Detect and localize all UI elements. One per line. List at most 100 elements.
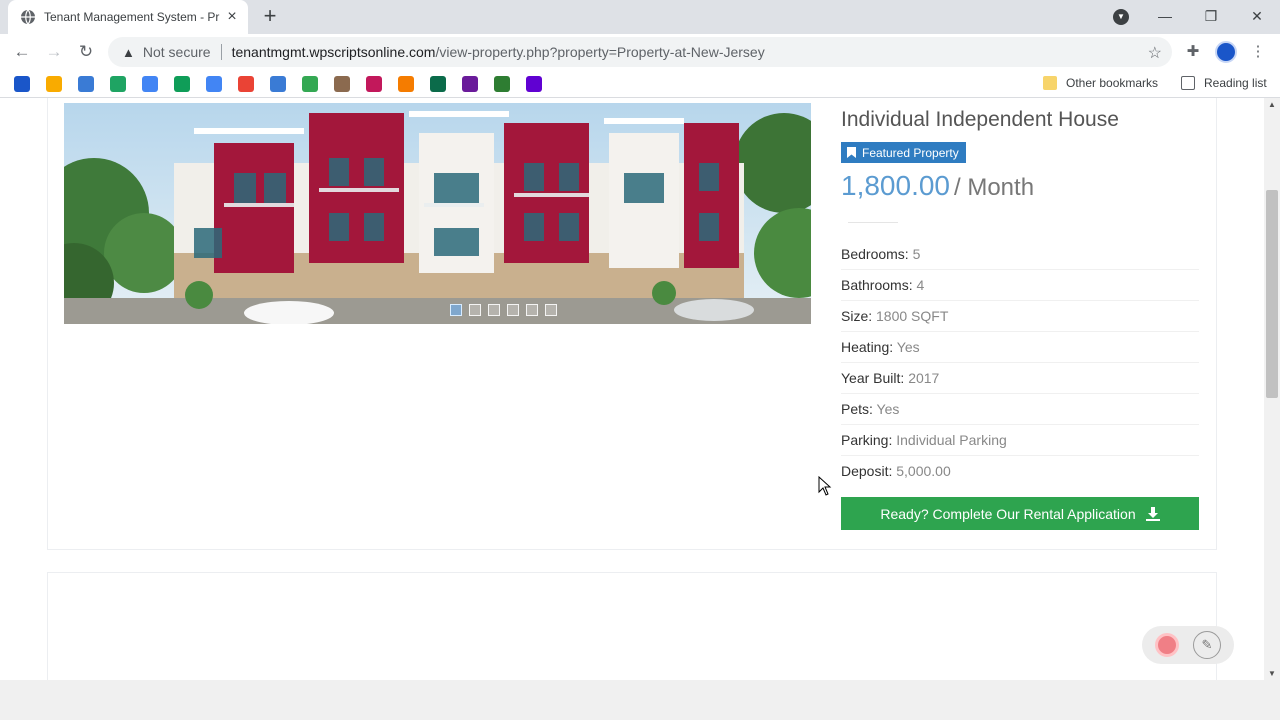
restore-icon[interactable]: ❐ [1199,6,1223,26]
menu-icon[interactable]: ⋮ [1248,42,1268,62]
detail-value: 4 [916,277,925,293]
minimize-icon[interactable]: — [1153,6,1177,26]
detail-row: Deposit: 5,000.00 [841,456,1199,487]
browser-toolbar: ← → ↻ ▲ Not secure tenantmgmt.wpscriptso… [0,34,1280,70]
google-icon[interactable] [238,76,254,92]
tab-strip: Tenant Management System - Pr × + ▼ — ❐ … [0,0,1280,34]
screen-recorder-widget: ✎ [1142,626,1234,664]
carousel-indicators [450,304,557,316]
address-bar[interactable]: ▲ Not secure tenantmgmt.wpscriptsonline.… [108,37,1172,67]
detail-row: Heating: Yes [841,332,1199,363]
detail-label: Size: [841,308,873,324]
bookmark-star-icon[interactable]: ☆ [1148,43,1162,63]
rental-application-button[interactable]: Ready? Complete Our Rental Application [841,497,1199,530]
featured-badge: Featured Property [841,142,966,163]
detail-value: 1800 SQFT [876,308,949,324]
detail-value: 5 [912,246,921,262]
avatar-bookmark-icon[interactable] [334,76,350,92]
featured-badge-label: Featured Property [862,145,959,160]
extensions-icon[interactable]: ✚ [1183,42,1203,62]
property-photo[interactable] [64,103,811,324]
drive-icon[interactable] [110,76,126,92]
reading-list-icon [1181,76,1195,90]
analytics-icon[interactable] [46,76,62,92]
warning-icon[interactable]: ▲ [122,45,135,60]
carousel-dot[interactable] [488,304,500,316]
tab-title: Tenant Management System - Pr [44,10,220,24]
carousel-dot[interactable] [545,304,557,316]
detail-value: Yes [896,339,920,355]
docs-icon[interactable] [142,76,158,92]
download-icon [1145,506,1160,521]
reading-list[interactable]: Reading list [1204,76,1267,90]
detail-label: Parking: [841,432,893,448]
detail-row: Bathrooms: 4 [841,270,1199,301]
ads-icon[interactable] [206,76,222,92]
pen-icon[interactable]: ✎ [1193,631,1221,659]
property-details: Bedrooms: 5 Bathrooms: 4 Size: 1800 SQFT He… [841,239,1199,487]
bookmark-icon [847,147,856,158]
browser-tab[interactable]: Tenant Management System - Pr × [8,0,248,34]
carousel-dot[interactable] [526,304,538,316]
secondary-card [47,572,1217,680]
detail-label: Bedrooms: [841,246,909,262]
profile-avatar[interactable] [1215,41,1237,63]
detail-label: Heating: [841,339,894,355]
property-title: Individual Independent House [841,108,1119,131]
scroll-down-icon[interactable]: ▼ [1268,669,1276,678]
yahoo-icon[interactable] [526,76,542,92]
target-icon[interactable] [398,76,414,92]
bookmark-app-icon[interactable] [78,76,94,92]
tab-search-icon[interactable]: ▼ [1113,9,1129,25]
price-divider [848,222,898,223]
sheets-icon[interactable] [174,76,190,92]
detail-row: Parking: Individual Parking [841,425,1199,456]
detail-row: Year Built: 2017 [841,363,1199,394]
stripes-icon[interactable] [366,76,382,92]
detail-value: 2017 [908,370,940,386]
trend-icon[interactable] [302,76,318,92]
blue-circle-icon[interactable] [14,76,30,92]
detail-value: Individual Parking [896,432,1007,448]
property-price: 1,800.00/ Month [841,170,1034,202]
slack-icon[interactable] [462,76,478,92]
detail-label: Deposit: [841,463,893,479]
detail-label: Year Built: [841,370,905,386]
bookmarks-bar: Other bookmarks Reading list [0,70,1280,98]
reload-icon[interactable]: ↻ [74,40,98,64]
security-label[interactable]: Not secure [143,44,211,60]
workflow-icon[interactable] [270,76,286,92]
detail-value: 5,000.00 [896,463,951,479]
omnibox-divider [220,44,222,60]
url-host: tenantmgmt.wpscriptsonline.com [231,44,436,60]
tab-close-icon[interactable]: × [224,9,240,25]
carousel-dot[interactable] [469,304,481,316]
record-button[interactable] [1155,633,1179,657]
page-content: Individual Independent House Featured Pr… [0,98,1264,680]
new-tab-button[interactable]: + [258,5,282,28]
rental-application-label: Ready? Complete Our Rental Application [880,505,1136,522]
back-icon[interactable]: ← [10,40,34,64]
other-bookmarks[interactable]: Other bookmarks [1066,76,1158,90]
price-unit: / Month [954,174,1035,201]
price-amount: 1,800.00 [841,170,950,201]
detail-label: Bathrooms: [841,277,913,293]
building-illustration [64,103,811,324]
close-window-icon[interactable]: ✕ [1245,6,1269,26]
page-scrollbar[interactable]: ▲ ▼ [1264,98,1280,680]
carousel-dot[interactable] [450,304,462,316]
detail-label: Pets: [841,401,873,417]
scroll-up-icon[interactable]: ▲ [1268,100,1276,109]
detail-row: Pets: Yes [841,394,1199,425]
d-app-icon[interactable] [430,76,446,92]
scroll-thumb[interactable] [1266,190,1278,398]
carousel-dot[interactable] [507,304,519,316]
forward-icon[interactable]: → [42,40,66,64]
mouse-cursor-icon [818,476,832,496]
detail-row: Size: 1800 SQFT [841,301,1199,332]
globe-icon [20,9,36,25]
detail-row: Bedrooms: 5 [841,239,1199,270]
feather-icon[interactable] [494,76,510,92]
bottom-bar [0,680,1280,720]
detail-value: Yes [876,401,900,417]
